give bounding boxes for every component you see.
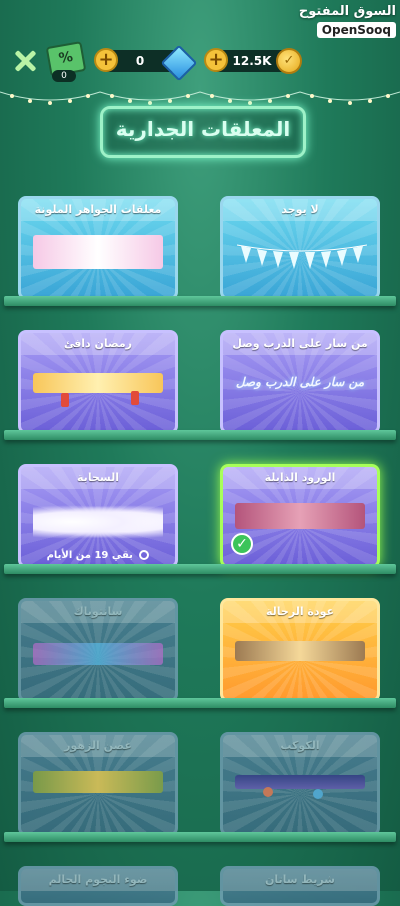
decoration-card-planet[interactable]: الكوكب — [220, 732, 380, 836]
decoration-card-warm-ramadan[interactable]: رمضان دافئ — [18, 330, 178, 434]
shelf — [4, 832, 396, 842]
flower-garland-image — [33, 771, 163, 793]
decoration-card-cloud[interactable]: السحابة بقي 19 من الأيام — [18, 464, 178, 568]
shelf — [4, 296, 396, 306]
timer-text: بقي 19 من الأيام — [46, 550, 133, 561]
anchor-garland-image — [235, 641, 365, 661]
watermark-arabic: السوق المفتوح — [298, 4, 396, 19]
card-label: ضوء النجوم الحالم — [21, 869, 175, 891]
decoration-card-santo[interactable]: سانتوباك — [18, 598, 178, 702]
remaining-days-timer: بقي 19 من الأيام — [21, 550, 175, 561]
card-label: الكوكب — [223, 735, 377, 757]
card-label: الورود الذابلة — [223, 467, 377, 489]
decoration-card-perseverance[interactable]: من سار على الدرب وصل من سار على الدرب وص… — [220, 330, 380, 434]
tinsel-image — [33, 643, 163, 665]
shelf — [4, 564, 396, 574]
page-title: المعلقات الجدارية — [115, 117, 291, 141]
card-label: غصن الزهور — [21, 735, 175, 757]
opensooq-watermark: السوق المفتوح OpenSooq — [299, 4, 396, 38]
coins-counter: + 12.5K ✓ — [204, 48, 302, 74]
gems-value: 0 — [135, 54, 145, 68]
decoration-card-withered-roses[interactable]: الورود الذابلة ✓ — [220, 464, 380, 568]
coins-value: 12.5K — [232, 54, 272, 68]
card-label: لا يوجد — [223, 199, 377, 221]
card-label: السحابة — [21, 467, 175, 489]
coupon-count: 0 — [52, 70, 76, 82]
planet-icon — [263, 787, 273, 797]
lantern-icon — [61, 393, 69, 407]
planet-icon — [313, 789, 323, 799]
gem-icon — [160, 44, 198, 82]
lantern-icon — [131, 391, 139, 405]
shelf — [4, 430, 396, 440]
top-bar: % 0 + 0 + 12.5K ✓ — [0, 41, 400, 82]
card-label: شريط ساتان — [223, 869, 377, 891]
shelf — [4, 698, 396, 708]
card-label: رمضان دافئ — [21, 333, 175, 355]
cloud-image — [33, 505, 163, 539]
watermark-brand: OpenSooq — [316, 22, 396, 38]
coin-icon: ✓ — [276, 48, 302, 74]
gem-curtain-image — [33, 235, 163, 269]
calligraphy-banner-text: من سار على الدرب وصل — [235, 375, 365, 389]
decoration-card-satin-ribbon[interactable]: شريط ساتان — [220, 866, 380, 906]
page-title-frame: المعلقات الجدارية — [100, 106, 306, 158]
lanterns-image — [33, 373, 163, 393]
add-coins-button[interactable]: + — [204, 48, 228, 72]
decoration-card-traveler-return[interactable]: عودة الرحالة — [220, 598, 380, 702]
selected-check-icon: ✓ — [231, 533, 253, 555]
card-label: معلقات الجواهر الملونة — [21, 199, 175, 221]
card-label: من سار على الدرب وصل — [223, 333, 377, 355]
decoration-card-none[interactable]: لا يوجد — [220, 196, 380, 300]
bunting-flags-image — [237, 244, 367, 269]
decoration-card-colored-gems[interactable]: معلقات الجواهر الملونة — [18, 196, 178, 300]
decoration-card-flower-branch[interactable]: غصن الزهور — [18, 732, 178, 836]
add-gems-button[interactable]: + — [94, 48, 118, 72]
card-label: سانتوباك — [21, 601, 175, 623]
close-icon[interactable] — [12, 48, 38, 74]
clock-icon — [139, 550, 150, 560]
planet-garland-image — [235, 775, 365, 789]
card-label: عودة الرحالة — [223, 601, 377, 623]
decoration-card-dreamy-starlight[interactable]: ضوء النجوم الحالم — [18, 866, 178, 906]
gems-counter: + 0 — [94, 44, 198, 82]
roses-garland-image — [235, 503, 365, 529]
